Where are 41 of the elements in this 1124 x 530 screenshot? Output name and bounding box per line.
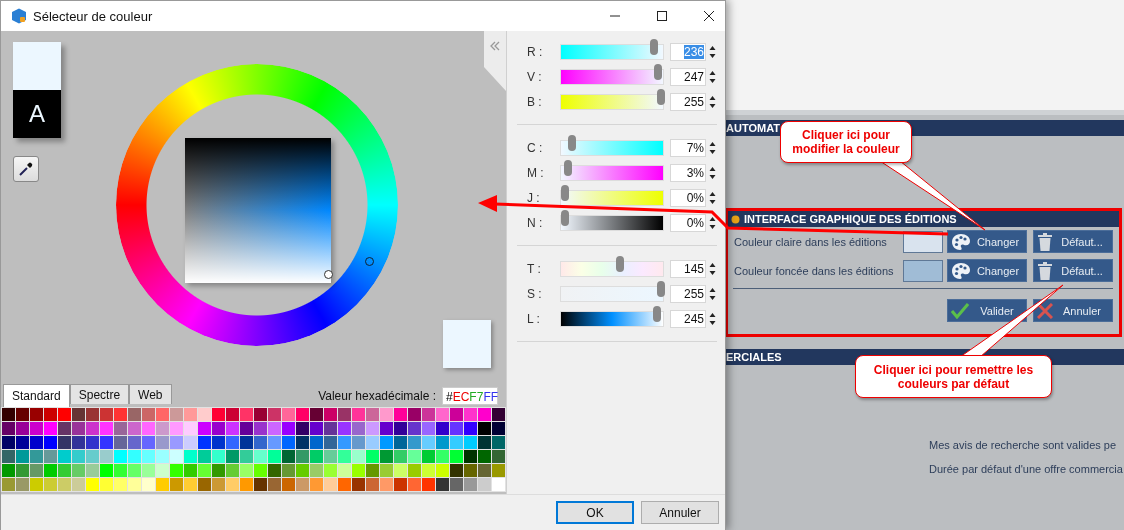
section-title: INTERFACE GRAPHIQUE DES ÉDITIONS: [744, 213, 957, 225]
preview-text: A: [29, 100, 45, 128]
value-field[interactable]: 247: [670, 67, 706, 86]
value-field[interactable]: 3%: [670, 163, 706, 182]
slider-label: R :: [526, 44, 544, 59]
setting-text: Durée par défaut d'une offre commercia: [929, 463, 1124, 475]
change-button[interactable]: Changer: [947, 230, 1027, 253]
setting-label: Couleur foncée dans les éditions: [734, 264, 895, 277]
slider-label: J :: [526, 190, 541, 205]
callout: Cliquer ici pour modifier la couleur: [780, 121, 912, 163]
callout: Cliquer ici pour remettre les couleurs par défaut: [855, 355, 1052, 398]
slider-label: B :: [526, 94, 543, 109]
value-field[interactable]: 7%: [670, 138, 706, 157]
change-button[interactable]: Changer: [947, 259, 1027, 282]
slider-label: T :: [526, 261, 542, 276]
window-title: Sélecteur de couleur: [33, 8, 153, 24]
value-field[interactable]: 245: [670, 309, 706, 328]
palette-tab[interactable]: Spectre: [69, 384, 130, 404]
slider-label: N :: [526, 215, 544, 230]
value-field[interactable]: 0%: [670, 213, 706, 232]
value-field[interactable]: 255: [670, 92, 706, 111]
slider-label: V :: [526, 69, 543, 84]
value-field[interactable]: 0%: [670, 188, 706, 207]
value-field[interactable]: 145: [670, 259, 706, 278]
palette-tab[interactable]: Web: [129, 384, 172, 404]
default-button[interactable]: Défaut...: [1033, 259, 1113, 282]
setting-text: Mes avis de recherche sont valides pe: [929, 439, 1118, 451]
value-field[interactable]: 255: [670, 284, 706, 303]
dialog-button[interactable]: OK: [556, 501, 634, 524]
slider-label: C :: [526, 140, 544, 155]
default-button[interactable]: Défaut...: [1033, 230, 1113, 253]
action-button[interactable]: Annuler: [1033, 299, 1113, 322]
palette-tab[interactable]: Standard: [3, 384, 70, 407]
action-button[interactable]: Valider: [947, 299, 1027, 322]
dialog-button[interactable]: Annuler: [641, 501, 719, 524]
slider-label: M :: [526, 165, 545, 180]
hex-label: Valeur hexadécimale :: [318, 389, 436, 403]
slider-label: S :: [526, 286, 543, 301]
hex-field[interactable]: #ECF7FF: [442, 387, 498, 405]
slider-label: L :: [526, 311, 541, 326]
setting-label: Couleur claire dans les éditions: [734, 235, 888, 248]
